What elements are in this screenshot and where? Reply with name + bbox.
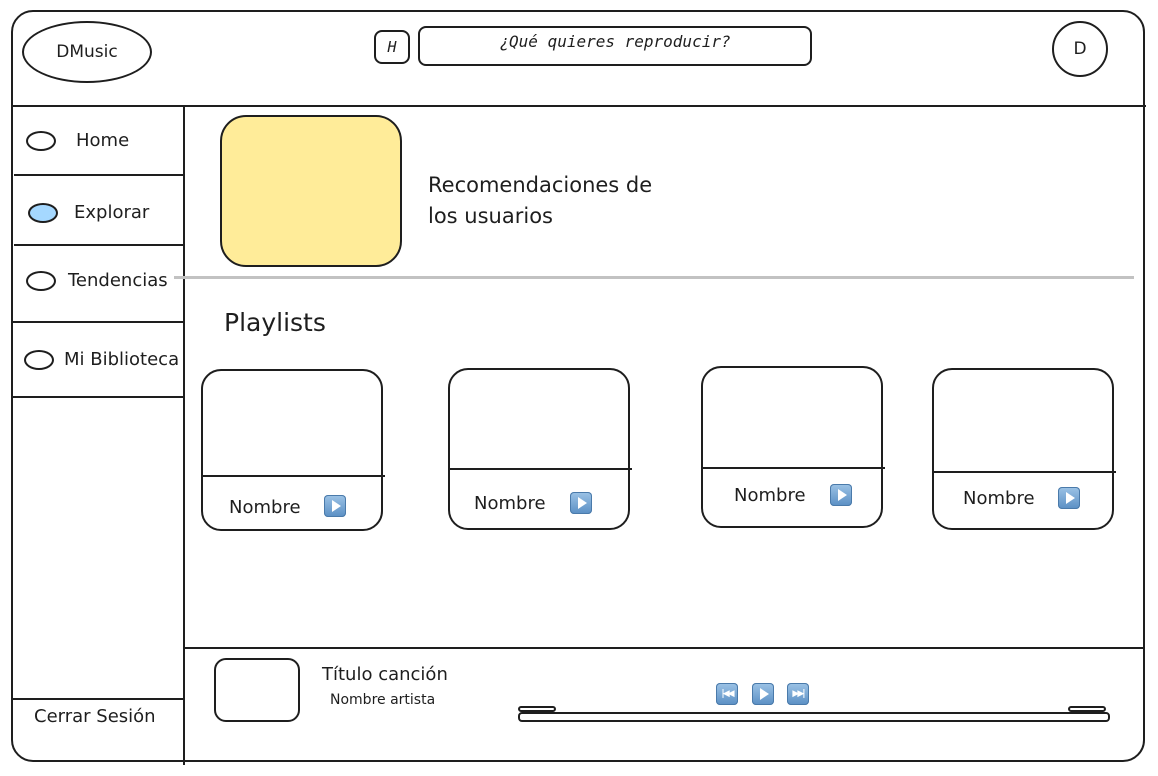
card-divider bbox=[701, 467, 885, 469]
playlist-name: Nombre bbox=[963, 488, 1035, 509]
play-icon[interactable] bbox=[324, 495, 346, 517]
home-nav-icon bbox=[26, 130, 56, 151]
explorar-nav-icon bbox=[28, 202, 58, 223]
previous-icon[interactable]: |◀◀ bbox=[716, 683, 738, 705]
playlist-name: Nombre bbox=[734, 485, 806, 506]
tendencias-nav-icon bbox=[26, 270, 56, 291]
sidebar-item-tendencias[interactable]: Tendencias bbox=[26, 270, 176, 291]
sidebar-item-explorar[interactable]: Explorar bbox=[28, 202, 178, 223]
card-divider bbox=[932, 471, 1116, 473]
next-icon[interactable]: ▶▶| bbox=[787, 683, 809, 705]
play-icon[interactable] bbox=[1058, 487, 1080, 509]
playlist-card[interactable]: Nombre bbox=[701, 366, 885, 528]
section-divider bbox=[174, 276, 1134, 279]
playlist-card[interactable]: Nombre bbox=[448, 368, 632, 530]
user-avatar[interactable]: D bbox=[1052, 21, 1108, 77]
nav-divider-2 bbox=[14, 244, 185, 246]
player-divider bbox=[185, 647, 1144, 649]
now-playing-cover[interactable] bbox=[214, 658, 300, 722]
sidebar-item-label: Mi Biblioteca bbox=[64, 349, 180, 370]
playlists-title: Playlists bbox=[224, 308, 326, 337]
home-button[interactable]: H bbox=[374, 30, 410, 64]
playlist-card[interactable]: Nombre bbox=[932, 368, 1116, 530]
playlist-name: Nombre bbox=[229, 497, 301, 518]
nav-divider-4 bbox=[12, 396, 185, 398]
artist-name: Nombre artista bbox=[330, 692, 436, 708]
playlist-card[interactable]: Nombre bbox=[201, 369, 385, 531]
song-title: Título canción bbox=[322, 664, 448, 685]
playback-progress-bar[interactable] bbox=[518, 712, 1110, 722]
app-logo[interactable]: DMusic bbox=[22, 21, 152, 83]
search-input[interactable]: ¿Qué quieres reproducir? bbox=[418, 26, 812, 66]
recommendation-title: Recomendaciones de los usuarios bbox=[428, 173, 653, 228]
sidebar-divider bbox=[183, 107, 185, 765]
sidebar-item-home[interactable]: Home bbox=[26, 130, 176, 151]
recommendation-thumbnail[interactable] bbox=[220, 115, 402, 267]
playlist-name: Nombre bbox=[474, 493, 546, 514]
nav-divider-3 bbox=[12, 321, 185, 323]
sidebar-item-label: Explorar bbox=[74, 202, 150, 223]
logout-divider bbox=[12, 698, 185, 700]
play-icon[interactable] bbox=[570, 492, 592, 514]
card-divider bbox=[448, 468, 632, 470]
sidebar-item-label: Home bbox=[76, 130, 130, 151]
play-icon[interactable] bbox=[830, 484, 852, 506]
card-divider bbox=[201, 475, 385, 477]
logout-button[interactable]: Cerrar Sesión bbox=[34, 706, 156, 727]
sidebar-item-mi-biblioteca[interactable]: Mi Biblioteca bbox=[24, 349, 184, 370]
sidebar-item-label: Tendencias bbox=[68, 270, 168, 291]
play-pause-icon[interactable] bbox=[752, 683, 774, 705]
search-placeholder: ¿Qué quieres reproducir? bbox=[499, 31, 731, 51]
biblioteca-nav-icon bbox=[24, 349, 54, 370]
nav-divider-1 bbox=[14, 174, 185, 176]
